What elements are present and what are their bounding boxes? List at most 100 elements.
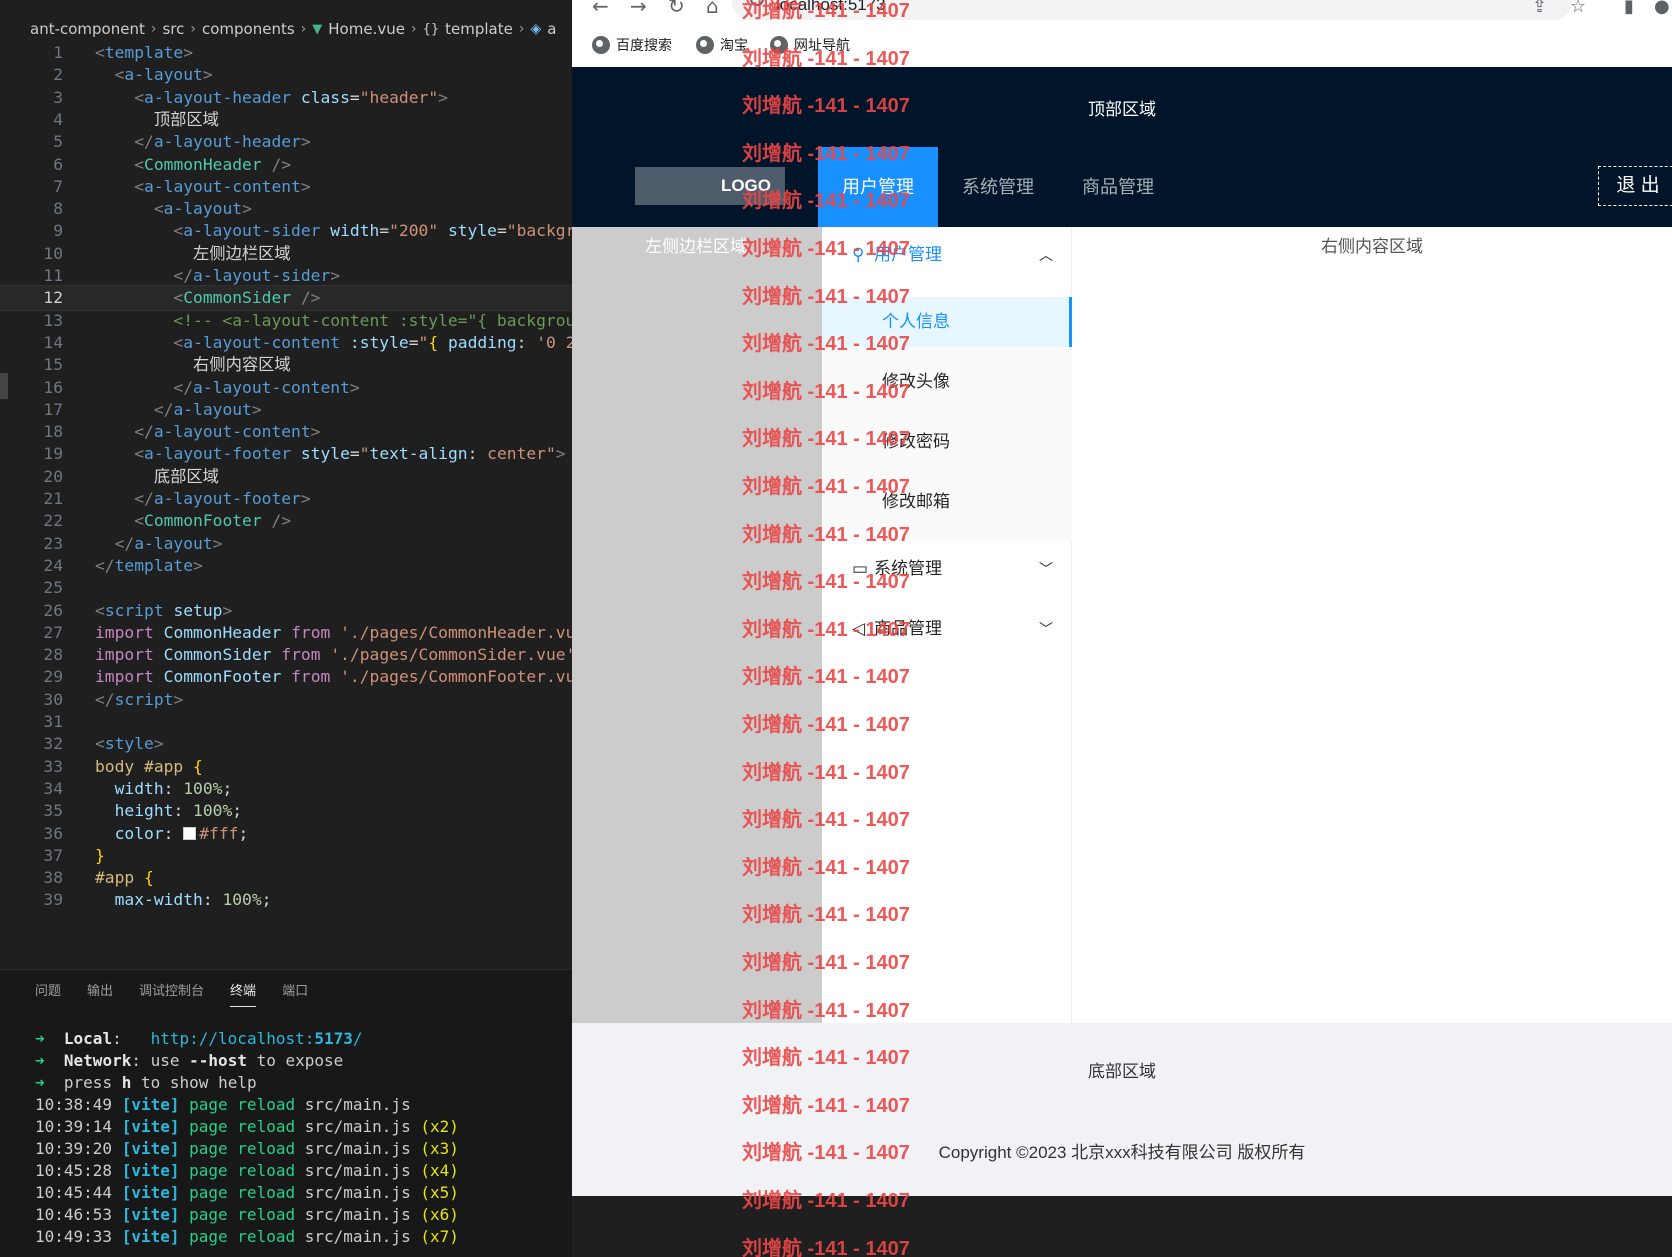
breadcrumb: ant-component › src › components › ▼ Hom…: [30, 16, 556, 42]
color-swatch[interactable]: [183, 826, 197, 840]
bookmark-taobao[interactable]: 淘宝: [696, 35, 748, 55]
copyright-text: Copyright ©2023 北京xxx科技有限公司 版权所有: [938, 1143, 1306, 1162]
code-area[interactable]: 1 <template> 2 <a-layout> 3 <a-layout-hea…: [0, 41, 572, 969]
code-line: 33 body #app {: [43, 756, 203, 776]
tab-ports[interactable]: 端口: [282, 980, 308, 1007]
code-line: 22 <CommonFooter />: [43, 511, 292, 531]
profile-icon[interactable]: ●: [1654, 0, 1670, 17]
sidebar-icon[interactable]: ▮: [1624, 0, 1634, 17]
breadcrumb-item[interactable]: ant-component: [30, 20, 145, 38]
laptop-icon: ▭: [852, 559, 869, 578]
back-icon[interactable]: ←: [592, 0, 609, 18]
chevron-right-icon: ›: [150, 21, 157, 37]
tab-debug-console[interactable]: 调试控制台: [139, 980, 204, 1007]
code-line: 5 </a-layout-header>: [53, 132, 311, 152]
chevron-right-icon: ›: [518, 21, 525, 37]
menu-item-profile[interactable]: 个人信息: [822, 297, 1072, 347]
code-line: 26 <script setup>: [43, 600, 233, 620]
breadcrumb-item[interactable]: Home.vue: [328, 20, 405, 38]
terminal-log-line: 10:45:44 [vite] page reload src/main.js …: [35, 1183, 459, 1202]
tab-output[interactable]: 输出: [87, 980, 113, 1007]
terminal-log-line: 10:39:20 [vite] page reload src/main.js …: [35, 1139, 459, 1158]
menu-item-avatar[interactable]: 修改头像: [822, 357, 1072, 407]
local-url-link[interactable]: http://localhost:5173/: [151, 1029, 363, 1048]
submenu-user-children: 个人信息 修改头像 修改密码 修改邮箱: [822, 297, 1072, 541]
breadcrumb-item[interactable]: components: [202, 20, 295, 38]
globe-icon: [770, 36, 788, 54]
top-menu-goods[interactable]: 商品管理: [1058, 147, 1178, 227]
code-line: 17 </a-layout>: [43, 399, 262, 419]
submenu-goods[interactable]: ◁ 商品管理 ﹀: [822, 601, 1072, 657]
forward-icon[interactable]: →: [630, 0, 647, 18]
terminal-line: ➜ Local: http://localhost:5173/: [35, 1029, 363, 1048]
logout-button[interactable]: 退 出: [1598, 166, 1672, 206]
vue-file-icon: ▼: [312, 21, 323, 37]
terminal-log-line: 10:46:53 [vite] page reload src/main.js …: [35, 1205, 459, 1224]
terminal-output[interactable]: ➜ Local: http://localhost:5173/ ➜ Networ…: [35, 1028, 459, 1248]
address-bar[interactable]: localhost:5173: [732, 0, 1572, 20]
code-line: 23 </a-layout>: [43, 533, 223, 553]
terminal-log-line: 10:38:49 [vite] page reload src/main.js: [35, 1095, 411, 1114]
star-icon[interactable]: ☆: [1570, 0, 1586, 17]
breadcrumb-item[interactable]: template: [445, 20, 513, 38]
browser-window: ← → ↻ ⌂ localhost:5173 ⇪ ☆ ▮ ● 百度搜索 淘宝 网…: [572, 0, 1672, 1196]
code-line: 3 <a-layout-header class="header">: [53, 87, 448, 107]
tab-terminal[interactable]: 终端: [230, 980, 257, 1007]
header-area-text: 顶部区域: [1088, 100, 1156, 119]
code-line: 25: [43, 578, 63, 598]
globe-icon: [696, 36, 714, 54]
code-line: 9 <a-layout-sider width="200" style="bac…: [53, 221, 572, 241]
terminal-line: ➜ Network: use --host to expose: [35, 1051, 344, 1070]
code-line: 4 顶部区域: [53, 109, 219, 129]
menu-item-email[interactable]: 修改邮箱: [822, 477, 1072, 527]
panel-tabs: 问题 输出 调试控制台 终端 端口: [35, 980, 308, 1007]
logo: LOGO: [635, 167, 785, 205]
browser-toolbar: ← → ↻ ⌂ localhost:5173 ⇪ ☆ ▮ ●: [572, 0, 1672, 32]
code-line: 13 <!-- <a-layout-content :style="{ back…: [43, 310, 572, 330]
bookmark-baidu[interactable]: 百度搜索: [592, 35, 672, 55]
code-line-current: 12 <CommonSider />: [0, 285, 572, 312]
chevron-up-icon: ︿: [1039, 247, 1053, 263]
terminal-line: ➜ press h to show help: [35, 1073, 257, 1092]
arrow-right-icon: ➜: [35, 1073, 45, 1092]
code-line: 16 </a-layout-content>: [43, 377, 360, 397]
code-line: 27 import CommonHeader from './pages/Comm…: [43, 622, 572, 642]
left-sider: 左侧边栏区域: [572, 227, 822, 1023]
top-menu-system[interactable]: 系统管理: [938, 147, 1058, 227]
submenu-system[interactable]: ▭ 系统管理 ﹀: [822, 541, 1072, 597]
code-line: 38 #app {: [43, 868, 154, 888]
desktop-background: [572, 1196, 1672, 1257]
submenu-user[interactable]: ⚲ 用户管理 ︿: [822, 227, 1072, 283]
code-line: 31: [43, 712, 63, 731]
breadcrumb-item[interactable]: a: [547, 20, 556, 38]
tab-problems[interactable]: 问题: [35, 980, 61, 1007]
code-line: 36 color: #fff;: [43, 823, 249, 843]
code-line: 29 import CommonFooter from './pages/Comm…: [43, 667, 572, 687]
chevron-down-icon: ﹀: [1039, 561, 1053, 577]
code-line: 28 import CommonSider from './pages/Commo…: [43, 645, 572, 665]
sider-area-text: 左侧边栏区域: [645, 237, 747, 256]
content-area-text: 右侧内容区域: [1321, 237, 1423, 256]
code-line: 11 </a-layout-sider>: [43, 266, 341, 285]
code-line: 32 <style>: [43, 734, 164, 754]
cube-icon: ◈: [530, 21, 542, 37]
app-footer: 底部区域 Copyright ©2023 北京xxx科技有限公司 版权所有: [572, 1023, 1672, 1196]
code-line: 39 max-width: 100%;: [43, 890, 272, 910]
home-icon[interactable]: ⌂: [706, 0, 719, 18]
menu-item-password[interactable]: 修改密码: [822, 417, 1072, 467]
share-icon[interactable]: ⇪: [1532, 0, 1547, 17]
reload-icon[interactable]: ↻: [668, 0, 685, 18]
code-line: 14 <a-layout-content :style="{ padding: …: [43, 332, 572, 352]
info-icon[interactable]: [750, 0, 764, 6]
notification-icon: ◁: [852, 619, 866, 638]
terminal-log-line: 10:49:33 [vite] page reload src/main.js …: [35, 1227, 459, 1246]
breadcrumb-item[interactable]: src: [162, 20, 184, 38]
bookmarks-bar: 百度搜索 淘宝 网址导航: [572, 32, 1672, 67]
chevron-down-icon: ﹀: [1039, 621, 1053, 637]
bookmark-nav[interactable]: 网址导航: [770, 35, 850, 55]
code-line: 18 </a-layout-content>: [43, 422, 321, 442]
top-menu-user[interactable]: 用户管理: [818, 147, 938, 227]
arrow-right-icon: ➜: [35, 1029, 45, 1048]
code-line: 20 底部区域: [43, 466, 219, 486]
code-line: 21 </a-layout-footer>: [43, 489, 311, 508]
